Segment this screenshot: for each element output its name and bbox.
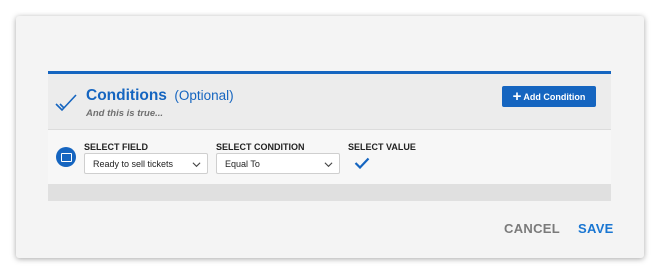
modal-dialog: Conditions (Optional) And this is true..…: [16, 16, 644, 258]
select-field-dropdown[interactable]: Ready to sell tickets: [84, 153, 208, 174]
cancel-button[interactable]: CANCEL: [504, 221, 560, 236]
checkmark-icon: [55, 94, 77, 112]
plus-icon: +: [512, 88, 522, 105]
select-value-label: SELECT VALUE: [348, 142, 416, 152]
conditions-panel: Conditions (Optional) And this is true..…: [48, 71, 611, 201]
select-condition-value: Equal To: [225, 158, 260, 169]
save-button[interactable]: SAVE: [578, 221, 614, 236]
condition-icon: [56, 147, 76, 167]
panel-footer-strip: [48, 184, 611, 201]
select-field-label: SELECT FIELD: [84, 142, 149, 152]
chevron-down-icon: [192, 162, 201, 168]
conditions-header: Conditions (Optional) And this is true..…: [48, 74, 611, 130]
select-field-value: Ready to sell tickets: [93, 158, 174, 169]
select-condition-label: SELECT CONDITION: [216, 142, 305, 152]
optional-label: (Optional): [174, 88, 234, 103]
conditions-title: Conditions: [86, 87, 167, 104]
value-checkmark-toggle[interactable]: [354, 157, 370, 169]
conditions-title-wrap: Conditions (Optional): [86, 87, 234, 105]
chevron-down-icon: [324, 162, 333, 168]
condition-row: SELECT FIELD Ready to sell tickets SELEC…: [48, 130, 611, 184]
add-condition-button[interactable]: + Add Condition: [502, 86, 596, 107]
conditions-subtitle: And this is true...: [86, 108, 164, 119]
add-condition-label: Add Condition: [523, 91, 586, 102]
select-condition-dropdown[interactable]: Equal To: [216, 153, 340, 174]
